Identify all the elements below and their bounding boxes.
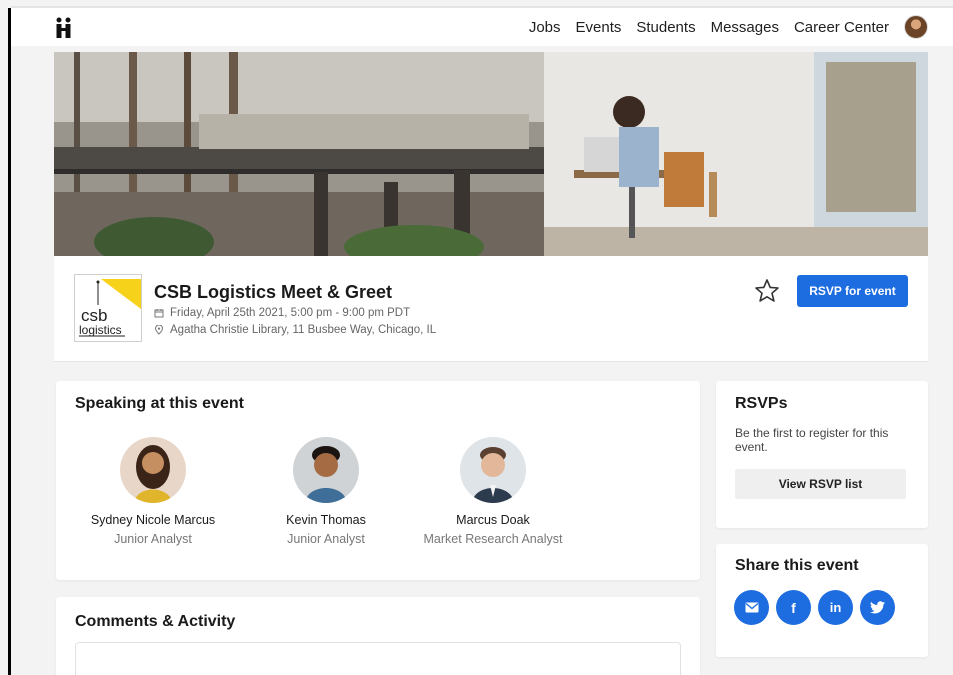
top-navigation: Jobs Events Students Messages Career Cen… <box>11 8 953 46</box>
facebook-icon[interactable]: f <box>776 590 811 625</box>
speaker-name: Kevin Thomas <box>286 513 366 527</box>
nav-students[interactable]: Students <box>636 19 695 36</box>
nav-messages[interactable]: Messages <box>711 19 779 36</box>
speaker-role: Market Research Analyst <box>423 532 563 546</box>
speaker-name: Sydney Nicole Marcus <box>90 513 216 527</box>
share-card: Share this event f in <box>716 544 928 657</box>
speakers-card: Speaking at this event Sydney Nicole Mar… <box>56 381 700 580</box>
event-date: Friday, April 25th 2021, 5:00 pm - 9:00 … <box>170 307 411 319</box>
favorite-star-icon[interactable] <box>754 278 780 304</box>
event-location-row: Agatha Christie Library, 11 Busbee Way, … <box>154 324 436 336</box>
app-logo-icon[interactable] <box>55 17 75 39</box>
user-avatar[interactable] <box>904 15 928 39</box>
event-date-row: Friday, April 25th 2021, 5:00 pm - 9:00 … <box>154 307 410 319</box>
twitter-icon[interactable] <box>860 590 895 625</box>
rsvps-heading: RSVPs <box>735 395 788 412</box>
share-icons-row: f in <box>734 590 895 625</box>
share-heading: Share this event <box>735 557 859 574</box>
speaker-item[interactable]: Sydney Nicole Marcus Junior Analyst <box>63 437 243 546</box>
speaker-photo <box>120 437 186 503</box>
speaker-photo <box>293 437 359 503</box>
comment-input[interactable] <box>75 642 681 675</box>
speaker-role: Junior Analyst <box>287 532 365 546</box>
speaker-name: Marcus Doak <box>456 513 530 527</box>
nav-events[interactable]: Events <box>576 19 622 36</box>
nav-career-center[interactable]: Career Center <box>794 19 889 36</box>
main-nav: Jobs Events Students Messages Career Cen… <box>529 8 889 46</box>
event-location: Agatha Christie Library, 11 Busbee Way, … <box>170 324 437 336</box>
rsvps-empty-text: Be the first to register for this event. <box>735 426 889 455</box>
comments-heading: Comments & Activity <box>75 613 236 630</box>
linkedin-icon[interactable]: in <box>818 590 853 625</box>
view-rsvp-list-button[interactable]: View RSVP list <box>735 469 906 499</box>
org-logo-line2: logistics <box>79 323 122 337</box>
rsvps-card: RSVPs Be the first to register for this … <box>716 381 928 528</box>
speaker-role: Junior Analyst <box>114 532 192 546</box>
rsvp-button[interactable]: RSVP for event <box>797 275 908 307</box>
event-header-card: csb logistics CSB Logistics Meet & Greet… <box>54 256 928 362</box>
organization-logo[interactable]: csb logistics <box>74 274 142 342</box>
speaker-item[interactable]: Kevin Thomas Junior Analyst <box>236 437 416 546</box>
event-title: CSB Logistics Meet & Greet <box>154 282 393 302</box>
window-edge <box>8 8 11 675</box>
location-pin-icon <box>154 325 164 335</box>
calendar-icon <box>154 309 164 318</box>
speaker-item[interactable]: Marcus Doak Market Research Analyst <box>403 437 583 546</box>
nav-jobs[interactable]: Jobs <box>529 19 561 36</box>
comments-card: Comments & Activity <box>56 597 700 675</box>
email-icon[interactable] <box>734 590 769 625</box>
speaker-photo <box>460 437 526 503</box>
speakers-heading: Speaking at this event <box>75 395 244 412</box>
event-cover-image <box>54 52 928 256</box>
